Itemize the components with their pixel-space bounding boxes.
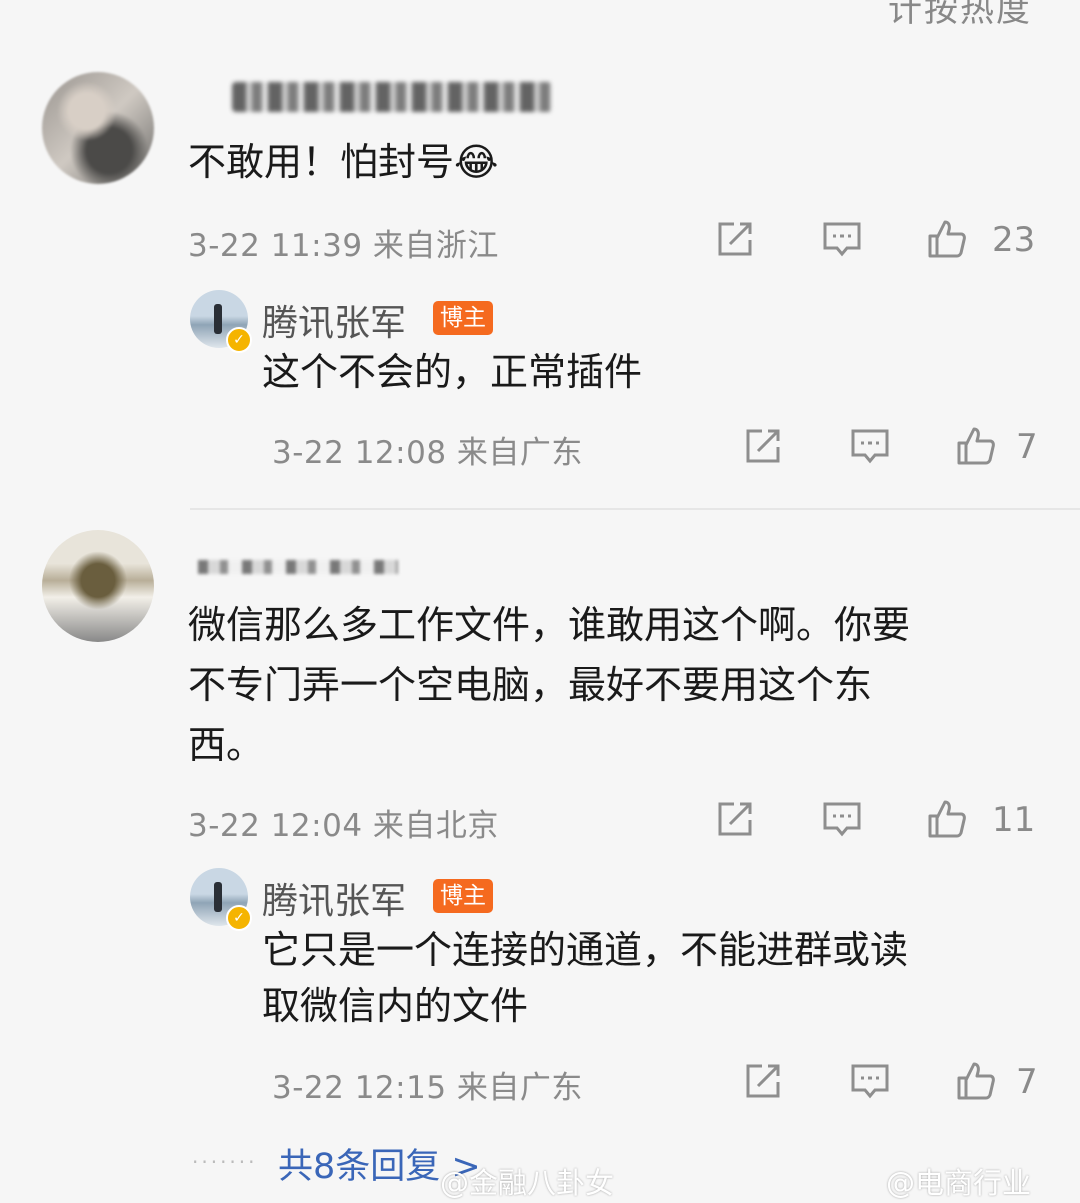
like-icon[interactable] xyxy=(955,1060,997,1102)
reply-text: 这个不会的，正常插件 xyxy=(262,350,643,394)
reply-meta: 3-22 12:08 来自广东 xyxy=(272,435,583,471)
divider xyxy=(190,508,1080,510)
reply-text-line: 它只是一个连接的通道，不能进群或读 xyxy=(262,928,909,972)
comment-text-line: 不专门弄一个空电脑，最好不要用这个东 xyxy=(188,663,873,707)
verified-icon: ✓ xyxy=(226,327,252,353)
comment-text-line: 微信那么多工作文件，谁敢用这个啊。你要 xyxy=(188,603,911,647)
like-count: 7 xyxy=(1016,1062,1038,1102)
share-icon[interactable] xyxy=(714,218,756,260)
blogger-badge: 博主 xyxy=(433,879,493,913)
comment-icon[interactable] xyxy=(821,218,863,260)
like-count: 23 xyxy=(992,220,1036,260)
username-redacted[interactable] xyxy=(232,82,552,112)
comment-text-line: 西。 xyxy=(188,723,265,767)
comment-icon[interactable] xyxy=(849,425,891,467)
sort-order-label[interactable]: 计按热度 xyxy=(888,0,1032,31)
like-icon[interactable] xyxy=(926,218,968,260)
like-icon[interactable] xyxy=(955,425,997,467)
blogger-badge: 博主 xyxy=(433,301,493,335)
reply-author[interactable]: 腾讯张军 xyxy=(262,872,406,924)
comment-meta: 3-22 11:39 来自浙江 xyxy=(188,228,499,264)
reply-meta: 3-22 12:15 来自广东 xyxy=(272,1070,583,1106)
share-icon[interactable] xyxy=(742,1060,784,1102)
avatar[interactable] xyxy=(42,530,154,642)
comment-text: 不敢用！怕封号😂 xyxy=(188,140,499,184)
share-icon[interactable] xyxy=(714,798,756,840)
avatar[interactable] xyxy=(42,72,154,184)
like-icon[interactable] xyxy=(926,798,968,840)
reply-text-line: 取微信内的文件 xyxy=(262,984,529,1028)
like-count: 11 xyxy=(992,800,1036,840)
like-count: 7 xyxy=(1016,427,1038,467)
reply-author[interactable]: 腾讯张军 xyxy=(262,294,406,346)
share-icon[interactable] xyxy=(742,425,784,467)
watermark: @金融八卦女 xyxy=(440,1166,615,1200)
verified-icon: ✓ xyxy=(226,905,252,931)
comment-icon[interactable] xyxy=(849,1060,891,1102)
username-redacted[interactable] xyxy=(198,560,398,574)
comment-meta: 3-22 12:04 来自北京 xyxy=(188,808,499,844)
comment-icon[interactable] xyxy=(821,798,863,840)
dotted-separator: ······· xyxy=(192,1150,258,1174)
watermark: @电商行业 xyxy=(886,1166,1032,1200)
